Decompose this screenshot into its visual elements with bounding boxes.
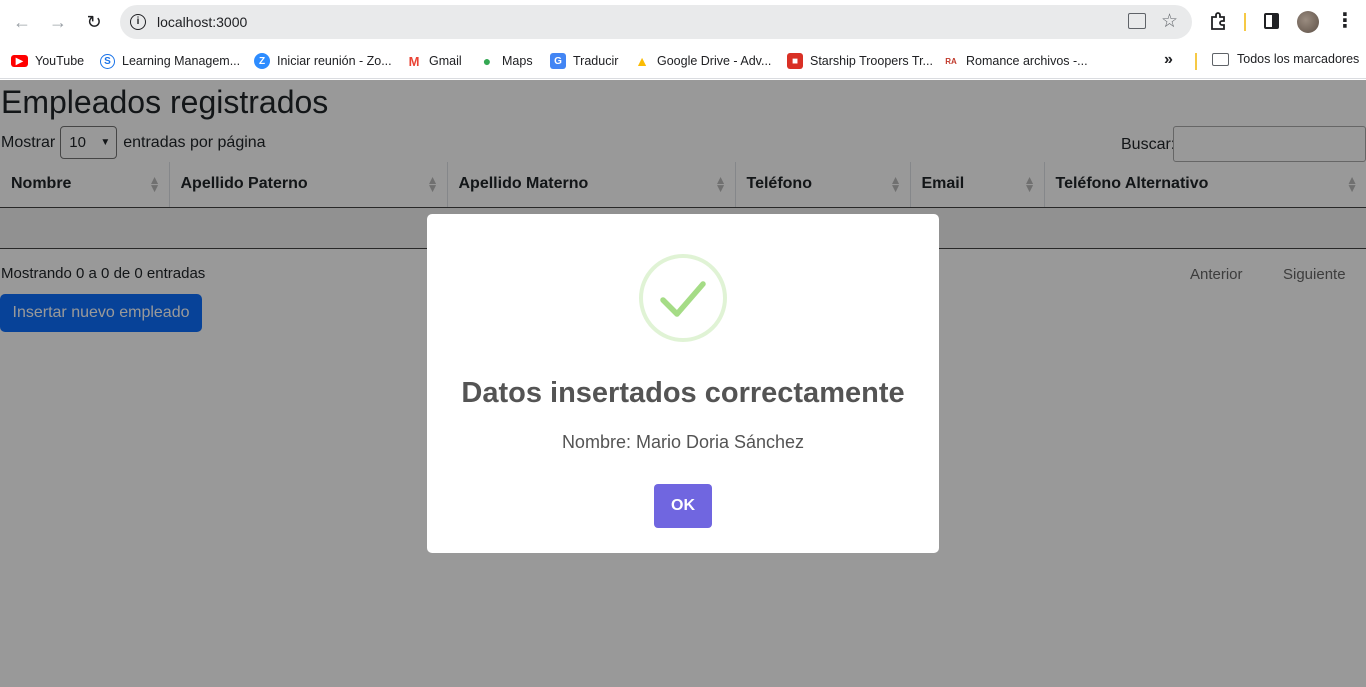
side-panel-icon[interactable] bbox=[1264, 13, 1279, 29]
more-bookmarks-icon[interactable]: » bbox=[1164, 51, 1173, 69]
gmail-icon: M bbox=[406, 53, 422, 69]
bookmark-label: Traducir bbox=[573, 54, 619, 68]
site-icon: RA bbox=[943, 53, 959, 69]
learning-icon: S bbox=[100, 53, 115, 69]
kebab-menu-icon[interactable]: ⋮ bbox=[1335, 10, 1355, 34]
toolbar-divider bbox=[1244, 13, 1246, 31]
dialog-title: Datos insertados correctamente bbox=[461, 377, 905, 409]
bookmark-learning[interactable]: S Learning Managem... bbox=[100, 52, 240, 70]
bookmark-label: Google Drive - Adv... bbox=[657, 54, 772, 68]
bookmark-starship[interactable]: ■ Starship Troopers Tr... bbox=[787, 52, 933, 70]
youtube-icon: ▶ bbox=[11, 55, 28, 67]
back-arrow-icon[interactable]: ← bbox=[10, 10, 34, 34]
all-bookmarks-button[interactable]: Todos los marcadores bbox=[1212, 52, 1359, 66]
site-info-icon[interactable]: i bbox=[130, 14, 146, 30]
bookmark-label: Romance archivos -... bbox=[966, 54, 1088, 68]
all-bookmarks-label: Todos los marcadores bbox=[1237, 52, 1360, 66]
bookmark-label: Starship Troopers Tr... bbox=[810, 54, 933, 68]
bookmark-gmail[interactable]: M Gmail bbox=[406, 52, 462, 70]
bookmark-translate[interactable]: G Traducir bbox=[550, 52, 618, 70]
bookmark-drive[interactable]: ▲ Google Drive - Adv... bbox=[634, 52, 771, 70]
forward-arrow-icon[interactable]: → bbox=[46, 10, 70, 34]
bookmark-label: Gmail bbox=[429, 54, 462, 68]
success-dialog: Datos insertados correctamente Nombre: M… bbox=[427, 214, 939, 553]
maps-icon: ● bbox=[479, 53, 495, 69]
folder-icon bbox=[1212, 52, 1229, 66]
bookmark-youtube[interactable]: ▶ YouTube bbox=[11, 52, 84, 70]
url-text[interactable]: localhost:3000 bbox=[157, 14, 247, 30]
drive-icon: ▲ bbox=[634, 53, 650, 69]
success-check-icon bbox=[639, 254, 727, 342]
bookmarks-divider bbox=[1195, 53, 1197, 70]
bookmark-zoom[interactable]: Z Iniciar reunión - Zo... bbox=[254, 52, 392, 70]
reload-icon[interactable]: ↻ bbox=[82, 10, 106, 34]
address-bar[interactable]: i localhost:3000 ☆ bbox=[120, 5, 1192, 39]
install-app-icon[interactable] bbox=[1128, 13, 1146, 29]
translate-icon: G bbox=[550, 53, 566, 69]
bookmark-label: Maps bbox=[502, 54, 533, 68]
bookmark-romance[interactable]: RA Romance archivos -... bbox=[943, 52, 1088, 70]
extensions-icon[interactable] bbox=[1208, 11, 1228, 31]
bookmark-label: Iniciar reunión - Zo... bbox=[277, 54, 392, 68]
bookmark-label: YouTube bbox=[35, 54, 85, 68]
dialog-message: Nombre: Mario Doria Sánchez bbox=[561, 432, 805, 452]
film-icon: ■ bbox=[787, 53, 803, 69]
bookmark-star-icon[interactable]: ☆ bbox=[1161, 10, 1178, 33]
bookmark-maps[interactable]: ● Maps bbox=[479, 52, 533, 70]
bookmarks-bar: ▶ YouTube S Learning Managem... Z Inicia… bbox=[0, 44, 1366, 79]
profile-avatar[interactable] bbox=[1297, 11, 1319, 33]
zoom-icon: Z bbox=[254, 53, 270, 69]
browser-toolbar: ← → ↻ i localhost:3000 ☆ ⋮ bbox=[0, 0, 1366, 44]
bookmark-label: Learning Managem... bbox=[122, 54, 241, 68]
ok-button[interactable]: OK bbox=[654, 484, 712, 528]
